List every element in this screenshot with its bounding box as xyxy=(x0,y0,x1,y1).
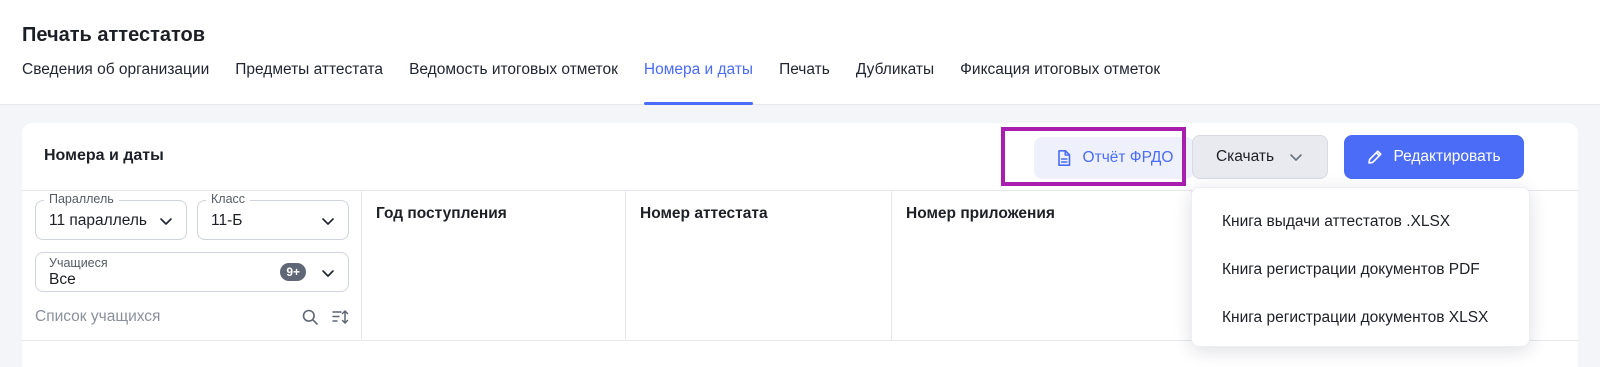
edit-button[interactable]: Редактировать xyxy=(1344,135,1524,179)
class-select[interactable]: Класс 11-Б xyxy=(197,192,349,240)
search-icon[interactable] xyxy=(301,308,319,326)
column-label: Номер приложения xyxy=(906,205,1055,222)
parallel-label: Параллель xyxy=(44,192,119,206)
menu-item-issue-book-xlsx[interactable]: Книга выдачи аттестатов .XLSX xyxy=(1192,198,1529,246)
chevron-down-icon xyxy=(322,270,334,277)
tab-numbers-and-dates[interactable]: Номера и даты xyxy=(643,60,754,105)
search-placeholder: Список учащихся xyxy=(35,308,161,325)
class-label: Класс xyxy=(206,192,251,206)
card-title: Номера и даты xyxy=(44,147,164,164)
chevron-down-icon xyxy=(1290,154,1302,161)
column-label: Номер аттестата xyxy=(640,205,768,222)
parallel-select[interactable]: Параллель 11 параллель xyxy=(35,192,187,240)
download-label: Скачать xyxy=(1215,148,1275,165)
page-title: Печать аттестатов xyxy=(22,24,206,46)
column-header-appendix-number: Номер приложения xyxy=(892,191,1192,341)
column-header-enrollment-year: Год поступления xyxy=(362,191,626,341)
menu-item-registration-book-xlsx[interactable]: Книга регистрации документов XLSX xyxy=(1192,294,1529,342)
frdo-report-label: Отчёт ФРДО xyxy=(1082,149,1174,166)
student-search[interactable]: Список учащихся xyxy=(35,305,349,329)
students-label: Учащиеся xyxy=(49,256,108,270)
frdo-report-button[interactable]: Отчёт ФРДО xyxy=(1034,137,1194,179)
chevron-down-icon xyxy=(322,218,334,225)
tab-final-grades-sheet[interactable]: Ведомость итоговых отметок xyxy=(409,60,618,105)
edit-label: Редактировать xyxy=(1393,148,1501,165)
download-button[interactable]: Скачать xyxy=(1192,135,1328,179)
menu-item-registration-book-pdf[interactable]: Книга регистрации документов PDF xyxy=(1192,246,1529,294)
tab-organization-info[interactable]: Сведения об организации xyxy=(22,60,209,105)
column-header-certificate-number: Номер аттестата xyxy=(626,191,892,341)
parallel-value: 11 параллель xyxy=(49,212,147,229)
students-value: Все xyxy=(49,271,76,288)
column-label: Год поступления xyxy=(376,205,507,222)
tab-print[interactable]: Печать xyxy=(779,60,830,105)
tab-bar: Сведения об организации Предметы аттеста… xyxy=(22,60,1186,105)
tab-grade-fixation[interactable]: Фиксация итоговых отметок xyxy=(960,60,1160,105)
page-header: Печать аттестатов Сведения об организаци… xyxy=(0,0,1600,105)
download-dropdown-menu: Книга выдачи аттестатов .XLSX Книга реги… xyxy=(1191,187,1530,347)
pencil-icon xyxy=(1368,150,1383,164)
card-header: Номера и даты Отчёт ФРДО Скачать Редакти… xyxy=(22,123,1578,191)
document-icon xyxy=(1057,150,1070,166)
sort-icon[interactable] xyxy=(331,308,349,326)
tab-certificate-subjects[interactable]: Предметы аттестата xyxy=(235,60,383,105)
class-value: 11-Б xyxy=(211,212,243,229)
students-select[interactable]: Учащиеся Все 9+ xyxy=(35,252,349,292)
tab-duplicates[interactable]: Дубликаты xyxy=(856,60,934,105)
filters-panel: Параллель 11 параллель Класс 11-Б Учащие… xyxy=(22,191,362,341)
chevron-down-icon xyxy=(160,218,172,225)
students-count-badge: 9+ xyxy=(280,263,306,281)
